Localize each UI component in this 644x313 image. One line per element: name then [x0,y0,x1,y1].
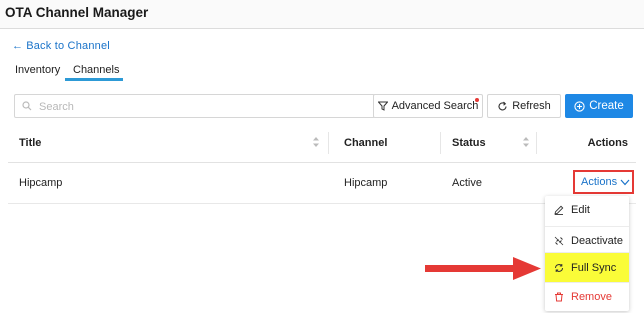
app-header: OTA Channel Manager [0,0,644,29]
unlink-icon [554,236,564,246]
refresh-icon [498,101,507,110]
chevron-down-icon [620,179,630,185]
plus-circle-icon [574,100,585,112]
actions-dropdown-label: Actions [581,176,618,188]
search-icon [22,101,32,111]
cell-title: Hipcamp [19,177,63,189]
back-link-label: Back to Channel [26,40,110,52]
red-arrow-annotation [425,257,541,280]
back-to-channel-link[interactable]: ← Back to Channel [12,40,110,52]
advanced-search-label: Advanced Search [391,100,479,112]
table-header: Title Channel Status Actions [8,124,636,163]
actions-dropdown[interactable]: Actions [573,170,634,194]
column-header-actions: Actions [587,137,628,149]
menu-item-edit[interactable]: Edit [545,196,629,226]
cell-status: Active [452,177,482,189]
search-input[interactable] [37,97,371,116]
menu-item-full-sync[interactable]: Full Sync [545,252,629,283]
column-divider [328,132,329,154]
trash-icon [555,292,563,302]
tab-channels[interactable]: Channels [73,64,119,76]
pencil-icon [554,205,564,215]
column-header-title[interactable]: Title [19,137,41,149]
sort-icon[interactable] [312,136,320,148]
column-header-channel[interactable]: Channel [344,137,387,149]
sync-icon [555,264,563,272]
create-label: Create [589,100,624,112]
actions-menu: Edit Deactivate Full Sync Remove [545,196,629,311]
menu-item-remove-label: Remove [571,291,612,303]
menu-item-edit-label: Edit [571,204,590,216]
table-row: Hipcamp Hipcamp Active [8,163,636,204]
cell-channel: Hipcamp [344,177,388,189]
arrow-left-icon: ← [12,40,24,52]
menu-item-deactivate-label: Deactivate [571,235,623,247]
menu-item-full-sync-label: Full Sync [571,262,617,274]
create-button[interactable]: Create [565,94,633,118]
column-header-status[interactable]: Status [452,137,486,149]
advanced-search-button[interactable]: Advanced Search [373,94,483,118]
sort-icon[interactable] [522,136,530,148]
column-divider [440,132,441,154]
column-divider [536,132,537,154]
active-tab-indicator [65,78,123,81]
search-box[interactable] [14,94,375,118]
notification-dot [475,98,479,102]
refresh-button[interactable]: Refresh [487,94,561,118]
refresh-label: Refresh [512,100,551,112]
filter-icon [377,101,388,111]
tab-inventory[interactable]: Inventory [15,64,60,76]
app-title: OTA Channel Manager [5,5,149,20]
menu-item-remove[interactable]: Remove [545,282,629,313]
